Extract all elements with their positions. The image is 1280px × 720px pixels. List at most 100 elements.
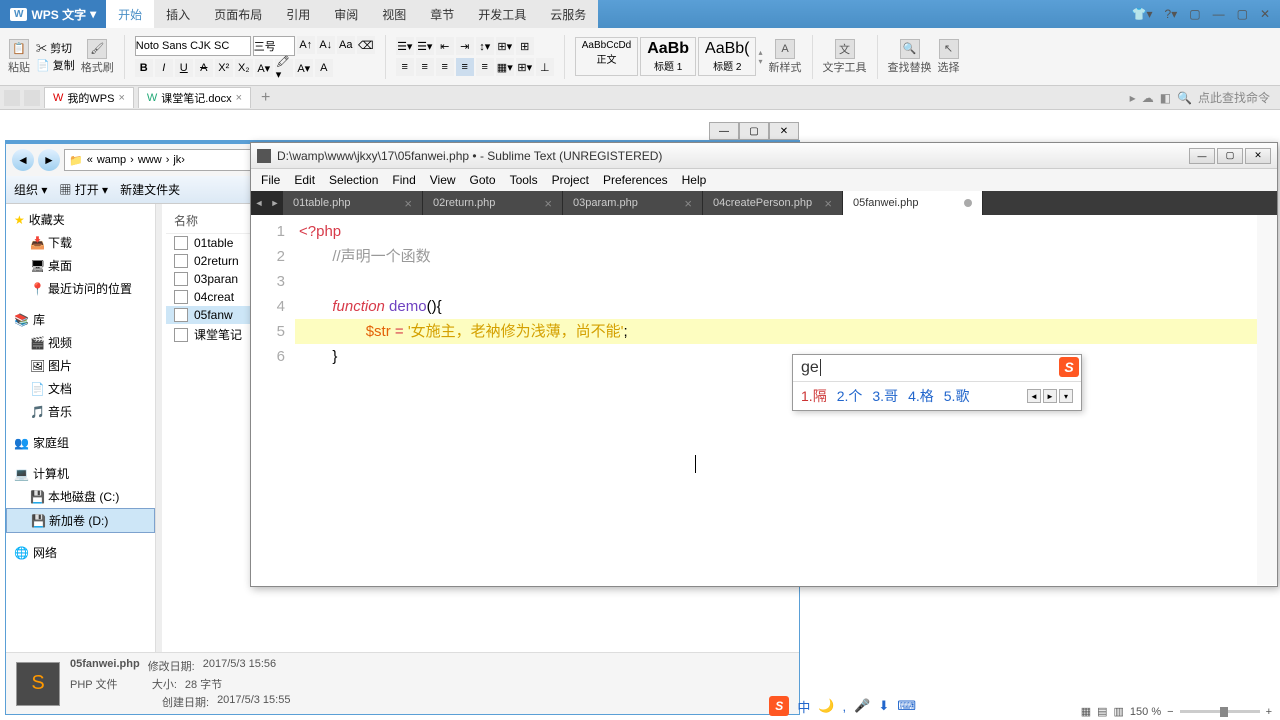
border-button[interactable]: ⊞▾ <box>516 58 534 76</box>
tab-close-icon[interactable]: × <box>118 92 124 104</box>
menu-tools[interactable]: Tools <box>504 171 544 189</box>
tab-close-icon[interactable]: × <box>544 196 552 211</box>
sidebar-item-music[interactable]: 🎵音乐 <box>6 400 155 423</box>
menu-view[interactable]: 视图 <box>370 0 418 28</box>
ime-moon-icon[interactable]: 🌙 <box>818 698 834 714</box>
align-left-button[interactable]: ≡ <box>396 58 414 76</box>
sidebar-favorites[interactable]: ★收藏夹 <box>6 208 155 231</box>
menu-view[interactable]: View <box>424 171 462 189</box>
menu-find[interactable]: Find <box>386 171 421 189</box>
open-button[interactable]: ▦ 打开 ▾ <box>59 181 108 198</box>
code-editor[interactable]: 123456 <?php //声明一个函数 function demo(){ $… <box>251 215 1277 585</box>
explorer-close[interactable]: ✕ <box>769 122 799 140</box>
menu-selection[interactable]: Selection <box>323 171 384 189</box>
editor-tab[interactable]: 02return.php× <box>423 191 563 215</box>
linespace-button[interactable]: ↕▾ <box>476 37 494 55</box>
explorer-maximize[interactable]: ▢ <box>739 122 769 140</box>
align-justify-button[interactable]: ≡ <box>456 58 474 76</box>
sublime-close[interactable]: ✕ <box>1245 148 1271 164</box>
style-h1[interactable]: AaBb标题 1 <box>640 37 696 76</box>
tab-next-button[interactable]: ► <box>267 191 283 215</box>
minimap[interactable] <box>1257 215 1277 585</box>
ime-candidate[interactable]: 3.哥 <box>872 386 898 406</box>
menu-project[interactable]: Project <box>546 171 595 189</box>
ribbon-toggle-icon[interactable]: ▢ <box>1189 7 1200 21</box>
ime-down-icon[interactable]: ⬇ <box>878 698 889 714</box>
sidebar-item-cdrive[interactable]: 💾本地磁盘 (C:) <box>6 485 155 508</box>
tab-close-icon[interactable]: × <box>236 92 242 104</box>
menu-insert[interactable]: 插入 <box>154 0 202 28</box>
skin-icon[interactable]: 👕▾ <box>1132 7 1153 21</box>
numbering-button[interactable]: ☰▾ <box>416 37 434 55</box>
sidebar-item-recent[interactable]: 📍最近访问的位置 <box>6 277 155 300</box>
view-icon-1[interactable]: ▦ <box>1081 705 1091 718</box>
new-tab-button[interactable]: + <box>255 89 276 107</box>
align-center-button[interactable]: ≡ <box>416 58 434 76</box>
shading-button[interactable]: ▦▾ <box>496 58 514 76</box>
nav-back-button[interactable]: ◄ <box>12 149 34 171</box>
paste-button[interactable]: 📋 粘贴 <box>8 39 30 75</box>
font-grow-icon[interactable]: A↑ <box>297 36 315 54</box>
distribute-button[interactable]: ≡ <box>476 58 494 76</box>
style-h2[interactable]: AaBb(标题 2 <box>698 37 756 76</box>
flag-icon[interactable]: ▸ <box>1130 91 1136 105</box>
tabstop-button[interactable]: ⊥ <box>536 58 554 76</box>
font-effect-button[interactable]: A▾ <box>255 59 273 77</box>
tab-prev-button[interactable]: ◄ <box>251 191 267 215</box>
sidebar-item-videos[interactable]: 🎬视频 <box>6 331 155 354</box>
menu-review[interactable]: 审阅 <box>322 0 370 28</box>
indent-dec-button[interactable]: ⇤ <box>436 37 454 55</box>
editor-tab[interactable]: 03param.php× <box>563 191 703 215</box>
editor-tab[interactable]: 01table.php× <box>283 191 423 215</box>
minimize-icon[interactable]: — <box>1213 7 1225 21</box>
sublime-titlebar[interactable]: D:\wamp\www\jkxy\17\05fanwei.php • - Sub… <box>251 143 1277 169</box>
font-size-select[interactable] <box>253 36 295 56</box>
change-case-icon[interactable]: Aa <box>337 36 355 54</box>
indent-inc-button[interactable]: ⇥ <box>456 37 474 55</box>
sidebar-libraries[interactable]: 📚库 <box>6 308 155 331</box>
nav-forward-button[interactable]: ► <box>38 149 60 171</box>
subscript-button[interactable]: X₂ <box>235 59 253 77</box>
clear-format-icon[interactable]: ⌫ <box>357 36 375 54</box>
format-brush-button[interactable]: 🖌 格式刷 <box>81 39 114 75</box>
zoom-out-button[interactable]: − <box>1167 706 1173 718</box>
menu-preferences[interactable]: Preferences <box>597 171 674 189</box>
font-shrink-icon[interactable]: A↓ <box>317 36 335 54</box>
bullets-button[interactable]: ☰▾ <box>396 37 414 55</box>
zoom-slider[interactable] <box>1180 710 1260 713</box>
menu-devtools[interactable]: 开发工具 <box>466 0 538 28</box>
ime-candidate[interactable]: 1.隔 <box>801 386 827 406</box>
wps-logo-dropdown[interactable]: ▾ <box>90 7 96 21</box>
close-icon[interactable]: ✕ <box>1260 7 1270 21</box>
menu-help[interactable]: Help <box>676 171 713 189</box>
strike-button[interactable]: A <box>195 59 213 77</box>
bold-button[interactable]: B <box>135 59 153 77</box>
font-name-select[interactable] <box>135 36 251 56</box>
sidebar-item-downloads[interactable]: 📥下载 <box>6 231 155 254</box>
code-area[interactable]: <?php //声明一个函数 function demo(){ $str = '… <box>295 215 1257 585</box>
editor-tab[interactable]: 04createPerson.php× <box>703 191 843 215</box>
sublime-maximize[interactable]: ▢ <box>1217 148 1243 164</box>
ime-mic-icon[interactable]: 🎤 <box>854 698 870 714</box>
select-button[interactable]: ↖选择 <box>938 39 960 75</box>
view-icon-2[interactable]: ▤ <box>1097 705 1107 718</box>
underline-button[interactable]: U <box>175 59 193 77</box>
ime-keyboard-icon[interactable]: ⌨ <box>897 698 916 714</box>
ime-next-button[interactable]: ► <box>1043 389 1057 403</box>
newstyle-button[interactable]: A新样式 <box>769 39 802 75</box>
texttool-button[interactable]: 文文字工具 <box>823 39 867 75</box>
findreplace-button[interactable]: 🔍查找替换 <box>888 39 932 75</box>
ime-menu-button[interactable]: ▾ <box>1059 389 1073 403</box>
cut-button[interactable]: ✂ 剪切 <box>36 40 75 56</box>
organize-button[interactable]: 组织 ▾ <box>14 181 47 198</box>
sidebar-homegroup[interactable]: 👥家庭组 <box>6 431 155 454</box>
style-normal[interactable]: AaBbCcDd正文 <box>575 37 638 76</box>
menu-file[interactable]: File <box>255 171 286 189</box>
menu-goto[interactable]: Goto <box>464 171 502 189</box>
palette-icon[interactable]: ◧ <box>1160 91 1171 105</box>
view-icon-3[interactable]: ▥ <box>1114 705 1124 718</box>
search-input[interactable]: 点此查找命令 <box>1198 89 1270 106</box>
sublime-minimize[interactable]: — <box>1189 148 1215 164</box>
sort-button[interactable]: ⊞▾ <box>496 37 514 55</box>
sidebar-item-pictures[interactable]: 🖼图片 <box>6 354 155 377</box>
